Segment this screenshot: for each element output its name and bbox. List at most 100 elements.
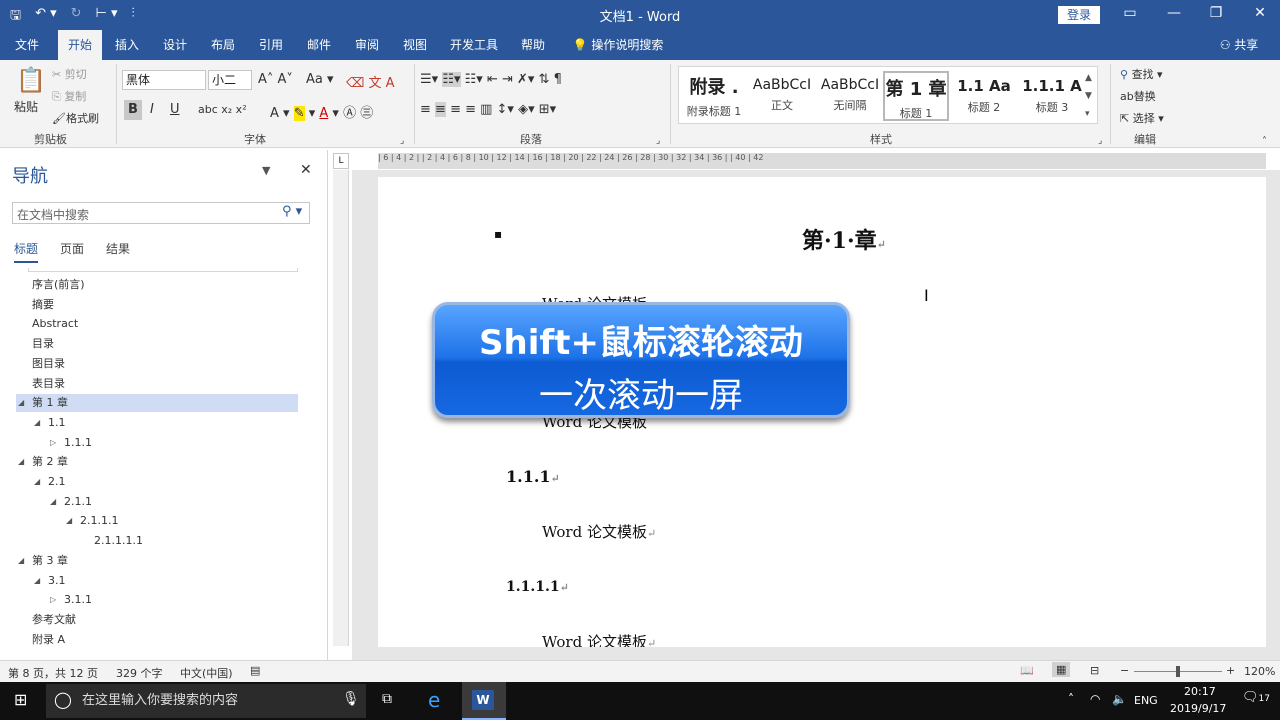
nav-heading-item[interactable]: 附录 A [16,631,298,649]
collapse-arrow-icon[interactable]: ◢ [34,473,40,491]
collapse-arrow-icon[interactable]: ◢ [18,453,24,471]
nav-heading-item[interactable]: 图目录 [16,355,298,373]
edge-icon[interactable]: e [428,688,440,712]
tab-help[interactable]: 帮助 [514,30,552,60]
replace-button[interactable]: ab替换 [1120,88,1156,104]
expand-arrow-icon[interactable]: ▷ [50,434,56,452]
nav-heading-item[interactable]: 目录 [16,335,298,353]
nav-heading-item[interactable]: 摘要 [16,296,298,314]
cut-button[interactable]: ✂ 剪切 [52,66,87,82]
body-text[interactable]: Word 论文模板↵ [542,521,656,542]
restore-icon[interactable]: ❐ [1206,5,1226,21]
share-button[interactable]: ⚇ 共享 [1214,30,1264,60]
input-language[interactable]: ENG [1134,694,1158,707]
word-count[interactable]: 329 个字 [116,665,163,681]
nav-tab-results[interactable]: 结果 [106,240,130,257]
macro-icon[interactable]: ▤ [250,664,260,677]
font-size-select[interactable]: 小二 [208,70,252,90]
font-launcher-icon[interactable]: ⌟ [400,136,404,146]
style-heading-3[interactable]: 1.1.1 A 标题 3 [1019,71,1085,121]
nav-tab-headings[interactable]: 标题 [14,240,39,263]
close-icon[interactable]: ✕ [1250,5,1270,21]
nav-options-icon[interactable]: ▼ [262,164,270,177]
format-painter-button[interactable]: 🖌格式刷 [52,110,99,126]
heading-1-1-1[interactable]: 1.1.1↵ [506,467,560,486]
tab-mailings[interactable]: 邮件 [300,30,338,60]
select-button[interactable]: ⇱ 选择 ▾ [1120,110,1164,126]
bullets-icon[interactable]: ☰▾ ☷▾ ☷▾ ⇤ ⇥ ✗▾ ⇅ ¶ [420,72,562,87]
word-taskbar-button[interactable]: W [462,682,506,720]
underline-button[interactable]: U [170,102,180,117]
task-view-icon[interactable]: ⧉ [382,691,392,707]
ribbon-display-icon[interactable]: ▭ [1120,5,1140,21]
tab-insert[interactable]: 插入 [108,30,146,60]
microphone-icon[interactable]: 🎙 [342,691,360,707]
nav-heading-item[interactable]: 参考文献 [16,611,298,629]
heading-1-1-1-1[interactable]: 1.1.1.1↵ [506,579,569,595]
tray-chevron-icon[interactable]: ˄ [1068,692,1074,706]
zoom-in-icon[interactable]: + [1226,664,1235,677]
nav-heading-item[interactable]: 序言(前言) [16,276,298,294]
copy-button[interactable]: ⎘ 复制 [52,88,86,104]
font-color-icon[interactable]: A [319,106,328,121]
collapse-arrow-icon[interactable]: ◢ [66,512,72,530]
strike-sub-super-icons[interactable]: abc x₂ x² [198,103,247,116]
zoom-out-icon[interactable]: − [1120,664,1129,677]
tab-design[interactable]: 设计 [156,30,194,60]
nav-heading-item[interactable]: ▷ 1.1.1 [16,434,298,452]
volume-icon[interactable]: 🔈 [1112,692,1127,706]
collapse-arrow-icon[interactable]: ◢ [34,414,40,432]
clock-time[interactable]: 20:17 [1184,685,1216,698]
tab-layout[interactable]: 布局 [204,30,242,60]
collapse-ribbon-icon[interactable]: ˄ [1262,136,1267,147]
nav-heading-item[interactable]: ◢ 2.1 [16,473,298,491]
tell-me-search[interactable]: 💡 操作说明搜索 [566,30,670,60]
nav-heading-item[interactable]: ▷ 3.1.1 [16,591,298,609]
search-icon[interactable]: ⚲ ▾ [282,204,302,219]
language-status[interactable]: 中文(中国) [180,665,233,681]
notification-icon[interactable]: 🗨17 [1242,690,1270,705]
collapse-arrow-icon[interactable]: ◢ [34,572,40,590]
chapter-heading[interactable]: 第·1·章↵ [802,223,886,255]
network-icon[interactable]: ◠ [1090,692,1100,706]
nav-heading-item[interactable]: 2.1.1.1.1 [16,532,298,550]
paste-icon[interactable]: 📋 [16,66,46,94]
nav-heading-item[interactable]: Abstract [16,315,298,333]
tab-home[interactable]: 开始 [58,30,102,60]
nav-heading-item[interactable]: ◢ 2.1.1.1 [16,512,298,530]
page-count[interactable]: 第 8 页，共 12 页 [8,665,98,681]
font-name-select[interactable]: 黑体 [122,70,206,90]
tab-references[interactable]: 引用 [252,30,290,60]
style-heading-2[interactable]: 1.1 Aa 标题 2 [951,71,1017,121]
nav-heading-item[interactable]: ◢ 第 2 章 [16,453,298,471]
minimize-icon[interactable]: — [1164,5,1184,21]
grow-font-icon[interactable]: A˄ A˅ [258,72,293,87]
tab-developer[interactable]: 开发工具 [444,30,504,60]
tab-review[interactable]: 审阅 [348,30,386,60]
print-layout-icon[interactable]: ▦ [1052,662,1071,677]
italic-button[interactable]: I [150,102,154,117]
nav-heading-item[interactable]: ◢ 3.1 [16,572,298,590]
clock-date[interactable]: 2019/9/17 [1170,702,1226,715]
highlight-icon[interactable]: ✎ [293,106,305,121]
paragraph-launcher-icon[interactable]: ⌟ [656,136,660,146]
style-no-spacing[interactable]: AaBbCcI 无间隔 [817,71,883,121]
body-text[interactable]: Word 论文模板↵ [542,631,656,647]
bold-button[interactable]: B [124,100,142,120]
collapse-arrow-icon[interactable]: ◢ [18,552,24,570]
web-layout-icon[interactable]: ⊟ [1090,664,1099,677]
zoom-slider-thumb[interactable] [1176,666,1180,677]
nav-heading-item[interactable]: 表目录 [16,375,298,393]
windows-start-icon[interactable]: ⊞ [14,690,27,709]
nav-search-input[interactable]: 在文档中搜索 [12,202,310,224]
login-button[interactable]: 登录 [1058,6,1100,24]
styles-launcher-icon[interactable]: ⌟ [1098,136,1102,146]
nav-tab-pages[interactable]: 页面 [60,240,84,257]
style-heading-1[interactable]: 第 1 章 标题 1 [883,71,949,121]
find-button[interactable]: ⚲ 查找 ▾ [1120,66,1163,82]
taskbar-search[interactable]: 在这里输入你要搜索的内容 [46,684,366,718]
tab-file[interactable]: 文件 [8,30,46,60]
text-effects-icon[interactable]: A ▾ ✎ ▾ A ▾ Ⓐ ㊂ [270,102,373,121]
gallery-scroll-icon[interactable]: ▲ ▼ ▾ [1085,69,1092,123]
read-mode-icon[interactable]: 📖 [1020,664,1034,677]
